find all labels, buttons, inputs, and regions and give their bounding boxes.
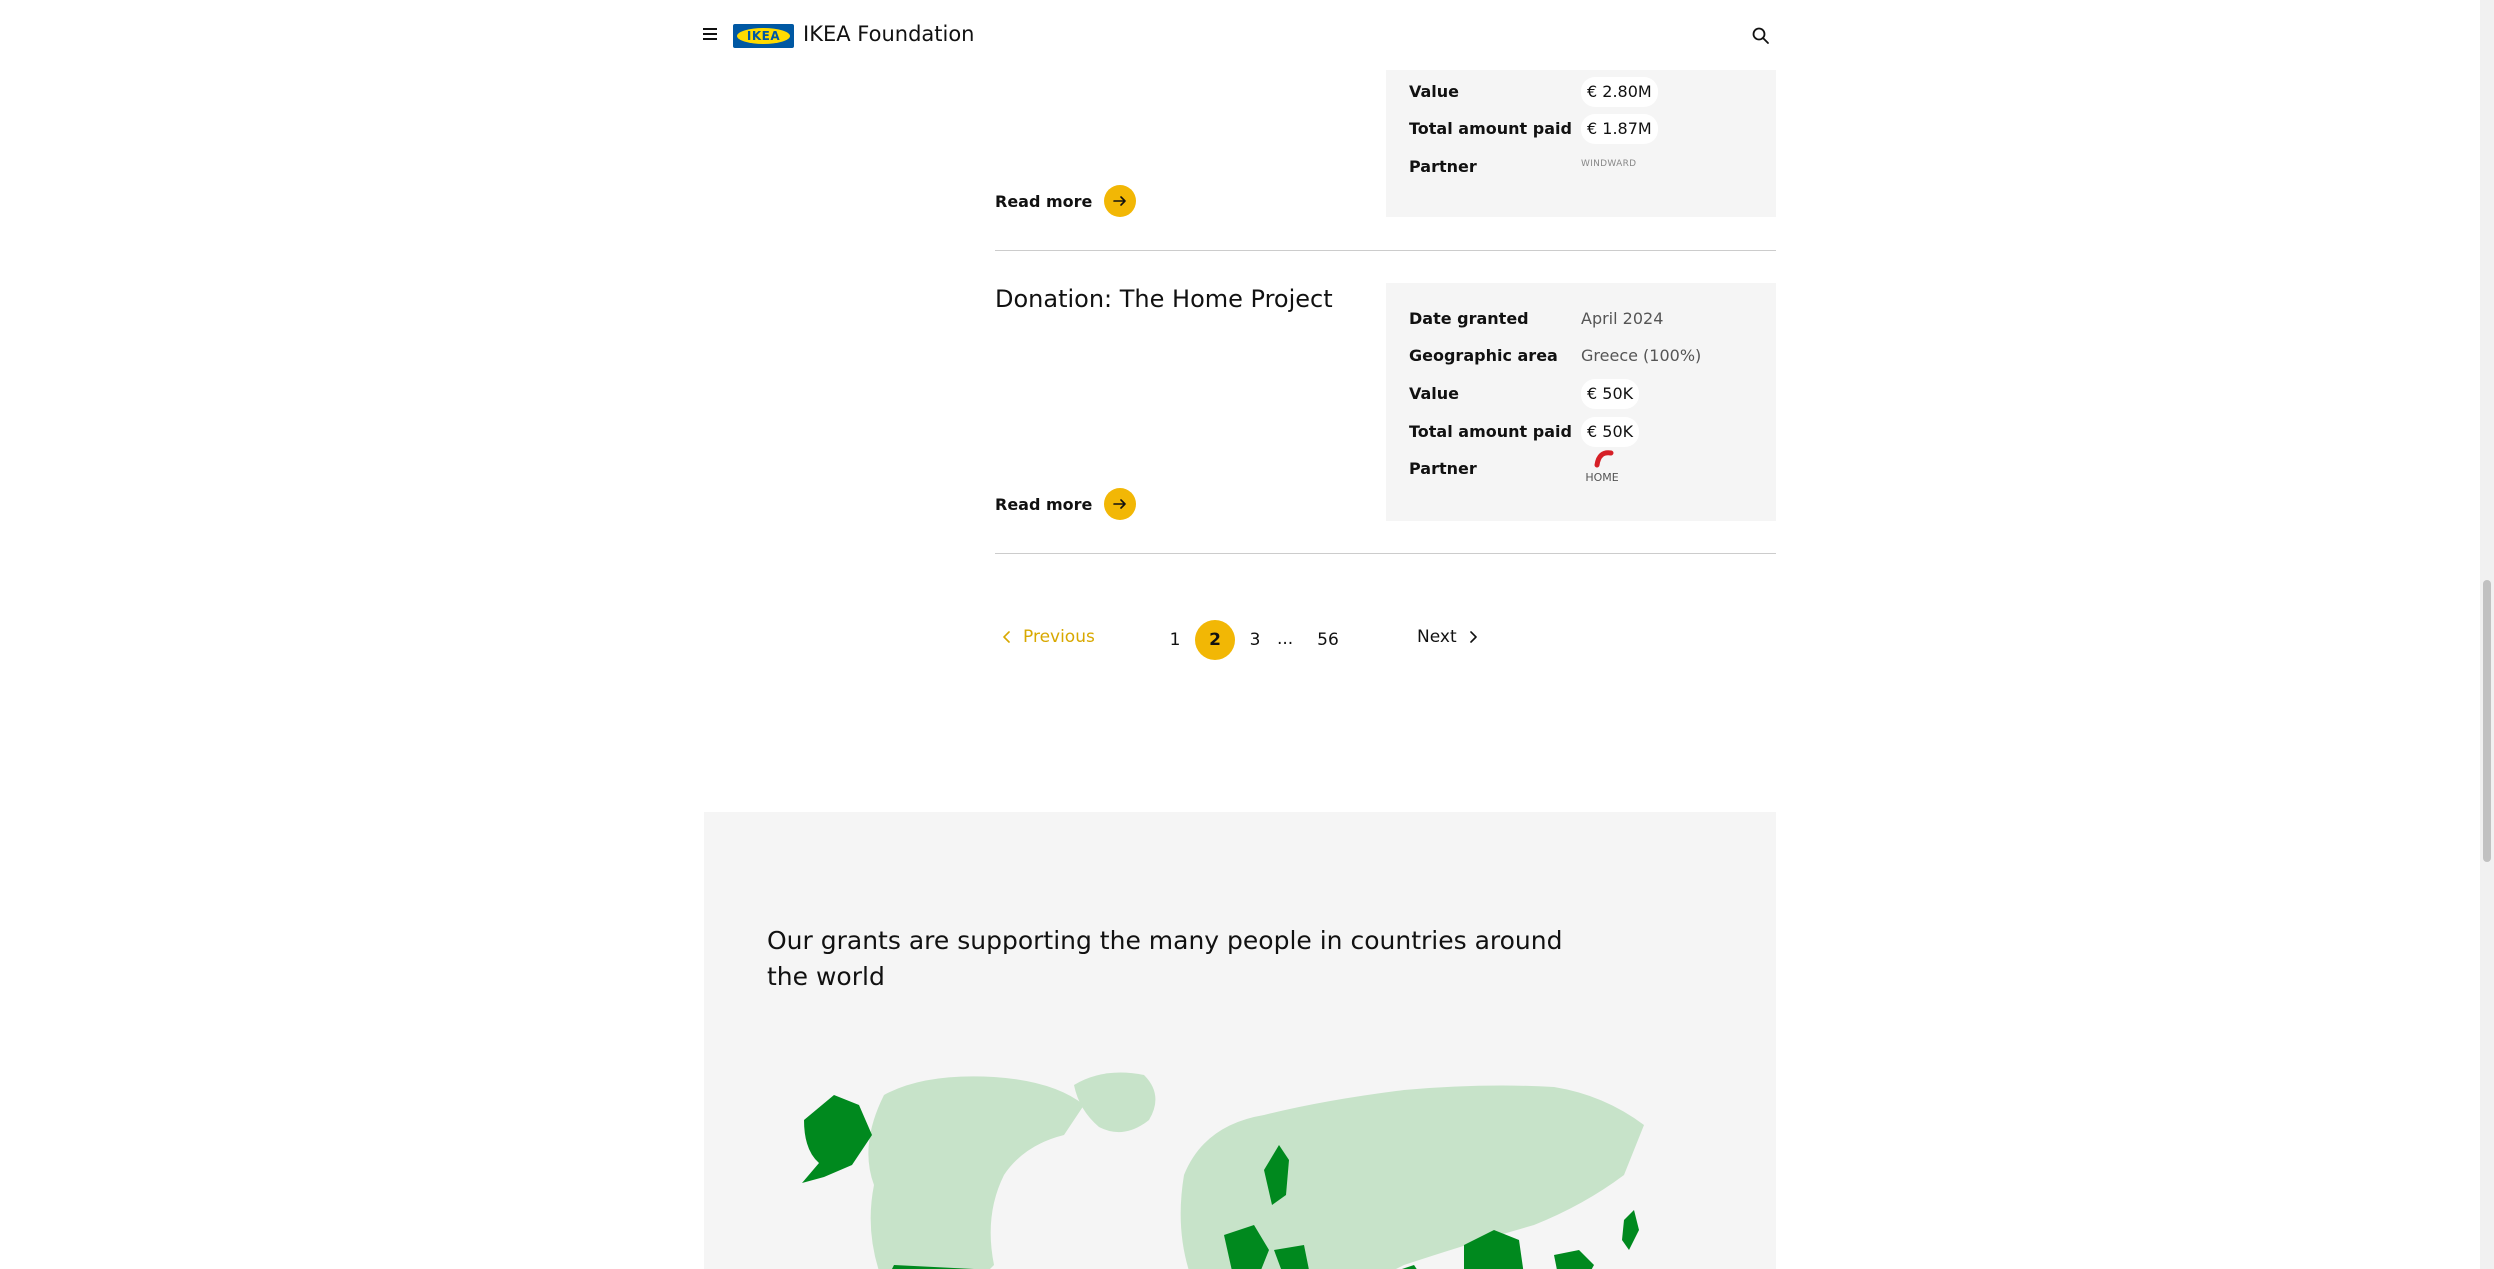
detail-row-value: Value € 2.80M: [1409, 77, 1759, 108]
page-scrollbar[interactable]: [2480, 0, 2494, 1269]
ikea-logo[interactable]: IKEA: [733, 24, 794, 48]
map-region-greenland: [1074, 1072, 1156, 1133]
chevron-left-icon: [1003, 631, 1010, 643]
pagination: Previous 1 2 3 ... 56 Next: [995, 620, 1515, 660]
detail-row-date-granted: Date granted April 2024: [1409, 307, 1759, 335]
detail-row-partner: Partner WINDWARD: [1409, 155, 1759, 183]
detail-row-total-paid: Total amount paid € 50K: [1409, 417, 1759, 448]
site-header: IKEA IKEA Foundation: [0, 0, 2480, 70]
pagination-ellipsis: ...: [1277, 629, 1294, 649]
detail-row-geographic-area: Geographic area Greece (100%): [1409, 344, 1759, 372]
pagination-previous-label: Previous: [1023, 627, 1095, 647]
divider: [995, 553, 1776, 554]
detail-value: € 2.80M: [1581, 77, 1658, 107]
pagination-page-3[interactable]: 3: [1235, 620, 1275, 660]
detail-label: Value: [1409, 384, 1460, 403]
ikea-logo-text: IKEA: [746, 29, 781, 43]
detail-label: Total amount paid: [1409, 422, 1572, 441]
detail-row-partner: Partner HOME: [1409, 450, 1759, 485]
detail-value: € 1.87M: [1581, 114, 1658, 144]
pagination-page-2-current[interactable]: 2: [1195, 620, 1235, 660]
pagination-previous[interactable]: Previous: [999, 627, 1095, 647]
detail-row-value: Value € 50K: [1409, 379, 1759, 410]
map-region-japan: [1622, 1210, 1639, 1250]
hamburger-menu-icon[interactable]: [701, 25, 719, 43]
arrow-right-icon: [1104, 185, 1137, 217]
brand-name[interactable]: IKEA Foundation: [803, 22, 975, 46]
detail-label: Partner: [1409, 459, 1477, 478]
detail-label: Total amount paid: [1409, 119, 1572, 138]
map-region-alaska: [802, 1095, 872, 1183]
detail-label: Value: [1409, 82, 1460, 101]
read-more-label: Read more: [995, 494, 1093, 514]
detail-value: € 50K: [1581, 379, 1640, 409]
map-heading: Our grants are supporting the many peopl…: [767, 926, 1563, 991]
map-region-southeast-asia: [1554, 1250, 1594, 1269]
detail-row-total-paid: Total amount paid € 1.87M: [1409, 114, 1759, 145]
partner-logo-home[interactable]: HOME: [1581, 447, 1623, 489]
pagination-next-label: Next: [1417, 627, 1457, 647]
partner-logo-windward[interactable]: WINDWARD: [1581, 159, 1636, 169]
arrow-right-icon: [1104, 488, 1137, 520]
read-more-link[interactable]: Read more: [995, 488, 1137, 520]
detail-value: Greece (100%): [1581, 346, 1702, 365]
detail-label: Geographic area: [1409, 346, 1558, 365]
scrollbar-thumb[interactable]: [2483, 580, 2491, 862]
pagination-next[interactable]: Next: [1417, 627, 1481, 647]
read-more-link[interactable]: Read more: [995, 185, 1137, 217]
world-map[interactable]: [764, 1065, 1694, 1269]
map-region-north-america: [868, 1076, 1084, 1269]
chevron-right-icon: [1469, 631, 1477, 643]
grants-map-section: Our grants are supporting the many peopl…: [704, 812, 1776, 1269]
grant-details-box: Value € 2.80M Total amount paid € 1.87M …: [1386, 60, 1776, 217]
detail-value: € 50K: [1581, 417, 1640, 447]
grant-details-box: Date granted April 2024 Geographic area …: [1386, 283, 1776, 521]
detail-label: Partner: [1409, 157, 1477, 176]
search-icon[interactable]: [1751, 26, 1771, 46]
home-logo-text: HOME: [1585, 471, 1618, 484]
read-more-label: Read more: [995, 191, 1093, 211]
pagination-page-last[interactable]: 56: [1308, 620, 1348, 660]
detail-value: April 2024: [1581, 309, 1664, 328]
detail-label: Date granted: [1409, 309, 1529, 328]
grant-title[interactable]: Donation: The Home Project: [995, 285, 1333, 313]
divider: [995, 250, 1776, 251]
pagination-page-1[interactable]: 1: [1155, 620, 1195, 660]
